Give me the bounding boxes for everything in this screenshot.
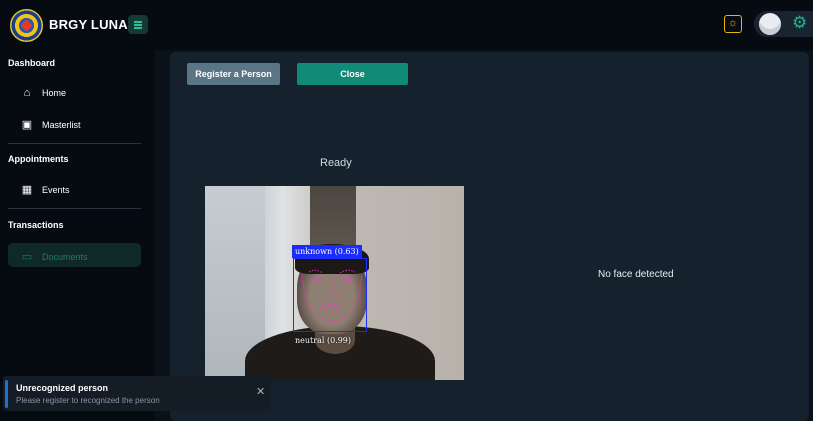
section-title-appointments: Appointments xyxy=(8,154,69,164)
sidebar-item-documents-content: ▭ Documents xyxy=(20,250,88,263)
sidebar-item-label: Events xyxy=(42,184,70,195)
register-person-button[interactable]: Register a Person xyxy=(187,63,280,85)
brand-name: BRGY LUNA xyxy=(49,17,128,32)
camera-status: Ready xyxy=(320,157,352,169)
hamburger-menu-icon[interactable] xyxy=(128,15,148,34)
toast-message: Please register to recognized the person xyxy=(16,396,160,405)
home-icon: ⌂ xyxy=(23,87,31,99)
sidebar-item-label: Documents xyxy=(42,251,88,262)
toast-title: Unrecognized person xyxy=(16,383,109,393)
section-title-dashboard: Dashboard xyxy=(8,58,56,68)
sidebar: Dashboard ⌂ Home ▣ Masterlist Appointmen… xyxy=(0,50,155,421)
sidebar-item-masterlist[interactable]: ▣ Masterlist xyxy=(20,118,81,131)
face-bounding-box xyxy=(293,258,367,332)
section-title-transactions: Transactions xyxy=(8,220,64,230)
no-face-message: No face detected xyxy=(598,269,674,280)
avatar[interactable] xyxy=(759,13,781,35)
sidebar-item-label: Masterlist xyxy=(42,119,81,130)
folder-icon: ▭ xyxy=(21,251,33,263)
top-bar: BRGY LUNA ☼ ⚙ xyxy=(0,0,813,50)
camera-feed: unknown (0.63) neutral (0.99) xyxy=(205,186,464,380)
sidebar-item-home[interactable]: ⌂ Home xyxy=(20,87,66,99)
close-button[interactable]: Close xyxy=(297,63,408,85)
sidebar-item-documents[interactable]: ▭ Documents xyxy=(8,243,141,267)
sidebar-item-events[interactable]: ▦ Events xyxy=(20,183,70,196)
divider xyxy=(8,143,141,144)
clipboard-icon: ▣ xyxy=(21,119,33,131)
gear-icon[interactable]: ⚙ xyxy=(792,14,807,32)
face-recognition-label: unknown (0.63) xyxy=(292,245,362,258)
barangay-seal-logo[interactable] xyxy=(10,9,43,42)
close-icon[interactable]: ✕ xyxy=(256,387,265,398)
toast-accent-bar xyxy=(5,380,8,408)
sun-icon[interactable]: ☼ xyxy=(724,15,742,33)
toast-notification: Unrecognized person Please register to r… xyxy=(3,376,271,411)
divider xyxy=(8,208,141,209)
expression-label: neutral (0.99) xyxy=(295,336,352,345)
sidebar-item-label: Home xyxy=(42,88,67,98)
calendar-icon: ▦ xyxy=(21,184,33,196)
